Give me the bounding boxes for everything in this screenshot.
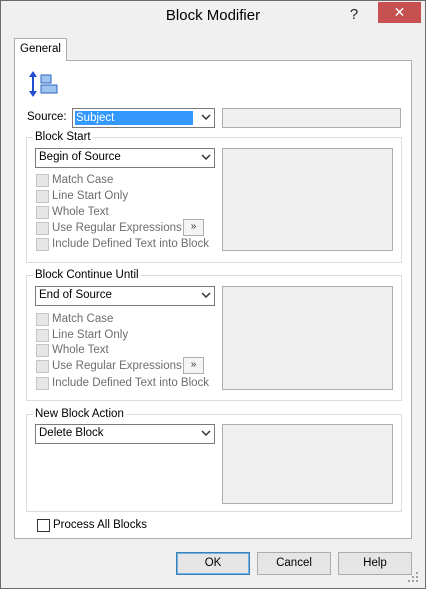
include-defined-text-checkbox[interactable] [36,238,49,251]
block-start-selected: Begin of Source [39,151,121,163]
title-bar: Block Modifier ? ✕ [1,1,425,32]
whole-text-label: Whole Text [52,206,109,218]
line-start-only-label: Line Start Only [52,190,129,202]
new-block-action-selected: Delete Block [39,427,104,439]
line-start-only-label: Line Start Only [52,329,129,341]
match-case-checkbox[interactable] [36,174,49,187]
new-block-action-combo[interactable]: Delete Block [35,424,215,444]
cancel-button[interactable]: Cancel [257,552,331,575]
process-all-blocks-checkbox[interactable] [37,519,50,532]
block-continue-title: Block Continue Until [33,269,141,281]
match-case-label: Match Case [52,174,114,186]
whole-text-label: Whole Text [52,344,109,356]
use-regex-label: Use Regular Expressions [52,222,182,234]
source-selected-value: Subject [75,111,193,125]
block-start-combo[interactable]: Begin of Source [35,148,215,168]
source-label: Source: [27,111,67,123]
include-defined-text-checkbox[interactable] [36,377,49,390]
block-start-title: Block Start [33,131,93,143]
block-start-text-area[interactable] [222,148,393,251]
source-extra-field[interactable] [222,108,401,128]
chevron-down-icon [201,154,211,161]
chevron-down-icon [201,114,211,121]
close-button[interactable]: ✕ [378,2,421,23]
block-modifier-icon [29,71,58,97]
whole-text-checkbox[interactable] [36,206,49,219]
tab-general[interactable]: General [14,38,67,61]
block-modifier-dialog: Block Modifier ? ✕ General Source: Subje… [0,0,426,589]
source-combo[interactable]: Subject [72,108,215,128]
chevron-down-icon [201,292,211,299]
match-case-checkbox[interactable] [36,313,49,326]
match-case-label: Match Case [52,313,114,325]
help-button[interactable]: Help [338,552,412,575]
new-block-action-text-area[interactable] [222,424,393,504]
regex-more-button[interactable]: » [183,219,204,236]
line-start-only-checkbox[interactable] [36,329,49,342]
resize-grip-icon[interactable] [407,571,419,583]
regex-more-button[interactable]: » [183,357,204,374]
block-continue-text-area[interactable] [222,286,393,390]
help-icon[interactable]: ? [340,5,368,25]
ok-button[interactable]: OK [176,552,250,575]
whole-text-checkbox[interactable] [36,344,49,357]
line-start-only-checkbox[interactable] [36,190,49,203]
block-continue-selected: End of Source [39,289,112,301]
new-block-action-title: New Block Action [33,408,126,420]
use-regex-label: Use Regular Expressions [52,360,182,372]
use-regex-checkbox[interactable] [36,360,49,373]
block-continue-combo[interactable]: End of Source [35,286,215,306]
use-regex-checkbox[interactable] [36,222,49,235]
chevron-down-icon [201,430,211,437]
include-defined-text-label: Include Defined Text into Block [52,377,210,389]
include-defined-text-label: Include Defined Text into Block [52,238,210,250]
process-all-blocks-label: Process All Blocks [53,519,147,531]
